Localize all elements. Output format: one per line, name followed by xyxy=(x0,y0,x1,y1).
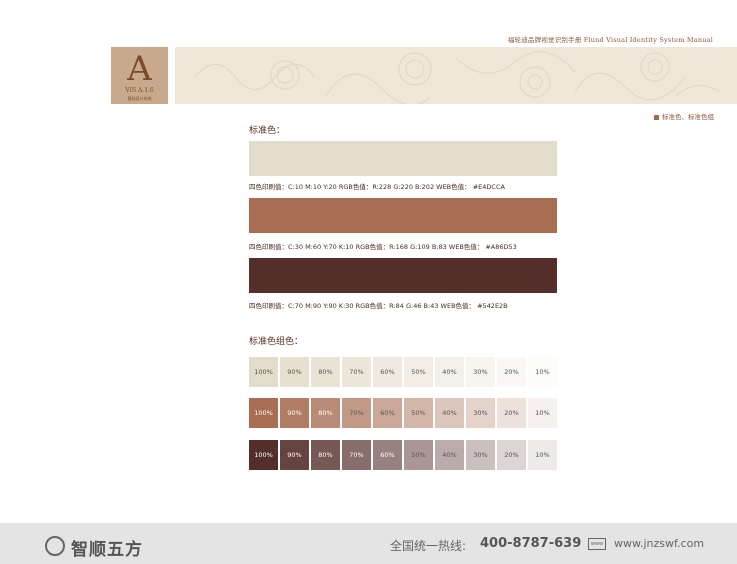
tint-swatch: 60% xyxy=(373,398,402,428)
tint-swatch: 30% xyxy=(466,357,495,387)
header-pattern-band xyxy=(175,47,737,104)
tint-swatch: 10% xyxy=(528,357,557,387)
section-tag-label: 标准色、标准色组 xyxy=(662,113,714,121)
tint-swatch: 100% xyxy=(249,398,278,428)
tint-swatch: 10% xyxy=(528,440,557,470)
tint-swatch: 70% xyxy=(342,398,371,428)
hotline-number: 400-8787-639 xyxy=(480,536,582,551)
tint-swatch: 50% xyxy=(404,440,433,470)
tint-swatch: 70% xyxy=(342,357,371,387)
website-link[interactable]: www.jnzswf.com xyxy=(614,537,704,550)
color-groups-heading: 标准色组色： xyxy=(249,337,304,347)
swirl-pattern-icon xyxy=(194,51,721,104)
tint-swatch: 20% xyxy=(497,398,526,428)
hotline-label: 全国统一热线: xyxy=(390,539,467,553)
tint-swatch: 100% xyxy=(249,440,278,470)
brand-name: 智顺五方 xyxy=(71,540,143,560)
standard-colors-heading: 标准色： xyxy=(249,126,286,136)
swatch-standard-1 xyxy=(249,141,557,176)
logo-subtitle: 基础设计系统 xyxy=(127,96,152,101)
footer-bar: 智顺五方 全国统一热线: 400-8787-639 www www.jnzswf… xyxy=(0,523,737,564)
bullet-square-icon xyxy=(654,114,659,120)
tint-swatch: 30% xyxy=(466,440,495,470)
tint-swatch: 60% xyxy=(373,440,402,470)
tint-swatch: 100% xyxy=(249,357,278,387)
tint-swatch: 30% xyxy=(466,398,495,428)
logo-code: VIS A.1.6 xyxy=(125,87,154,94)
tint-swatch: 70% xyxy=(342,440,371,470)
tint-swatch: 80% xyxy=(311,398,340,428)
manual-title: 福轮迪品牌视觉识别手册 Flund Visual Identity System… xyxy=(507,36,713,44)
tint-row-3: 100% 90% 80% 70% 60% 50% 40% 30% 20% 10% xyxy=(249,440,559,470)
tint-swatch: 40% xyxy=(435,398,464,428)
tint-swatch: 10% xyxy=(528,398,557,428)
tint-swatch: 50% xyxy=(404,398,433,428)
swatch-spec-2: 四色印刷值：C:30 M:60 Y:70 K:10 RGB色值：R:168 G:… xyxy=(249,243,517,251)
swatch-spec-1: 四色印刷值：C:10 M:10 Y:20 RGB色值：R:228 G:220 B… xyxy=(249,183,505,191)
tint-swatch: 90% xyxy=(280,357,309,387)
logo-letter: A xyxy=(127,49,152,89)
www-icon: www xyxy=(588,538,606,550)
section-tag: 标准色、标准色组 xyxy=(654,111,714,121)
tint-swatch: 60% xyxy=(373,357,402,387)
tint-swatch: 20% xyxy=(497,440,526,470)
tint-swatch: 20% xyxy=(497,357,526,387)
tint-swatch: 80% xyxy=(311,357,340,387)
swatch-standard-2 xyxy=(249,198,557,233)
tint-row-2: 100% 90% 80% 70% 60% 50% 40% 30% 20% 10% xyxy=(249,398,559,428)
swatch-standard-3 xyxy=(249,258,557,293)
tint-swatch: 50% xyxy=(404,357,433,387)
tint-swatch: 90% xyxy=(280,398,309,428)
tint-swatch: 40% xyxy=(435,440,464,470)
tint-swatch: 40% xyxy=(435,357,464,387)
tint-swatch: 80% xyxy=(311,440,340,470)
swatch-spec-3: 四色印刷值：C:70 M:90 Y:90 K:30 RGB色值：R:84 G:4… xyxy=(249,302,508,310)
section-logo: A VIS A.1.6 基础设计系统 xyxy=(111,47,168,104)
tint-swatch: 90% xyxy=(280,440,309,470)
tint-row-1: 100% 90% 80% 70% 60% 50% 40% 30% 20% 10% xyxy=(249,357,559,387)
brand-logo-icon xyxy=(45,536,65,556)
